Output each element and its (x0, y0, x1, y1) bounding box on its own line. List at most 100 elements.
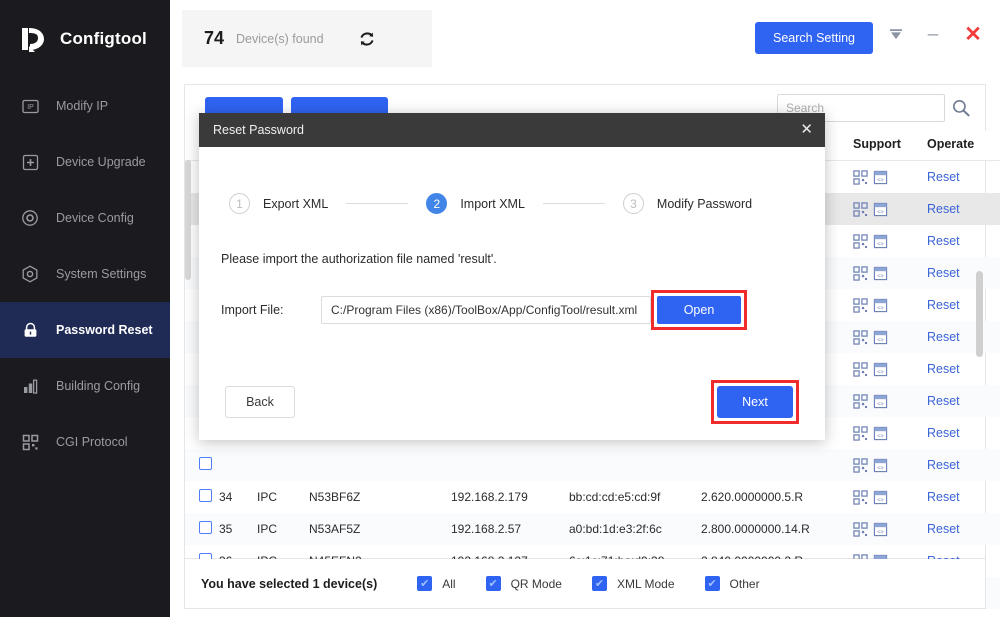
sidebar-item-device-config[interactable]: Device Config (0, 190, 170, 246)
filter-qr-mode[interactable]: ✔ QR Mode (485, 576, 562, 591)
back-button[interactable]: Back (225, 386, 295, 418)
row-operate[interactable]: Reset (927, 417, 1000, 449)
sidebar-item-label: Building Config (56, 379, 141, 393)
device-found-box: 74 Device(s) found (182, 10, 432, 67)
checkbox-checked-icon[interactable]: ✔ (591, 576, 607, 591)
row-support[interactable]: <> (853, 385, 927, 417)
svg-text:<>: <> (877, 305, 884, 311)
row-checkbox[interactable] (199, 489, 212, 502)
qr-mode-icon (853, 361, 868, 377)
row-checkbox[interactable] (199, 457, 212, 470)
row-support[interactable]: <> (853, 609, 927, 617)
row-select-cell[interactable] (185, 481, 219, 513)
reset-link: Reset (927, 330, 960, 344)
minimize-icon[interactable]: – (922, 24, 944, 46)
row-support[interactable]: <> (853, 225, 927, 257)
svg-text:<>: <> (877, 337, 884, 343)
reset-link: Reset (927, 522, 960, 536)
xml-mode-icon: <> (873, 234, 888, 248)
filter-xml-mode[interactable]: ✔ XML Mode (591, 576, 675, 591)
sidebar-item-label: System Settings (56, 267, 147, 281)
row-operate[interactable]: Reset (927, 513, 1000, 545)
row-support[interactable]: <> (853, 257, 927, 289)
row-operate[interactable]: Reset (927, 385, 1000, 417)
selected-count-text: You have selected 1 device(s) (201, 576, 378, 591)
reset-link: Reset (927, 490, 960, 504)
search-setting-button[interactable]: Search Setting (755, 22, 873, 54)
row-support[interactable]: <> (853, 321, 927, 353)
table-scrollbar[interactable] (976, 161, 983, 507)
search-icon[interactable] (951, 98, 971, 118)
refresh-icon[interactable] (356, 28, 378, 50)
row-operate[interactable]: Reset (927, 481, 1000, 513)
sidebar-item-label: Password Reset (56, 323, 153, 337)
row-operate[interactable]: Reset (927, 161, 1000, 194)
row-operate[interactable]: Reset (927, 225, 1000, 257)
checkbox-checked-icon[interactable]: ✔ (417, 576, 433, 591)
scrollbar-thumb[interactable] (976, 271, 983, 357)
table-row[interactable]: 38IPCN85EFN2192.168.2.124b4:4c:3b:36:4b:… (185, 609, 1000, 617)
row-operate[interactable]: Reset (927, 321, 1000, 353)
next-button[interactable]: Next (717, 386, 793, 418)
table-row[interactable]: <> Reset (185, 449, 1000, 481)
row-support[interactable]: <> (853, 289, 927, 321)
row-model: N53BF6Z (309, 490, 361, 504)
filter-other[interactable]: ✔ Other (704, 576, 760, 591)
row-support[interactable]: <> (853, 353, 927, 385)
sidebar-item-label: Modify IP (56, 99, 109, 113)
row-operate[interactable]: Reset (927, 353, 1000, 385)
qr-mode-icon (853, 329, 868, 345)
svg-text:<>: <> (877, 209, 884, 215)
filter-all[interactable]: ✔ All (417, 576, 456, 591)
sidebar-item-password-reset[interactable]: Password Reset (0, 302, 170, 358)
svg-text:<>: <> (877, 529, 884, 535)
row-model: N85EFN2 (309, 609, 451, 617)
sidebar-item-building-config[interactable]: Building Config (0, 358, 170, 414)
sidebar-item-cgi-protocol[interactable]: CGI Protocol (0, 414, 170, 470)
checkbox-checked-icon[interactable]: ✔ (485, 576, 501, 591)
row-support[interactable]: <> (853, 481, 927, 513)
dahua-logo-icon (18, 24, 48, 54)
open-button[interactable]: Open (657, 296, 741, 324)
row-support[interactable]: <> (853, 449, 927, 481)
row-support[interactable]: <> (853, 417, 927, 449)
row-ip: 192.168.2.179 (451, 490, 528, 504)
row-support[interactable]: <> (853, 161, 927, 194)
row-operate[interactable]: Reset (927, 257, 1000, 289)
row-checkbox[interactable] (199, 521, 212, 534)
row-mac (569, 449, 701, 481)
row-model: N53AF5Z (309, 513, 451, 545)
step-import-xml[interactable]: 2 Import XML (426, 193, 525, 214)
row-mac: b4:4c:3b:36:4b:a7 (569, 609, 701, 617)
reset-link: Reset (927, 298, 960, 312)
panel-left-scrollbar[interactable] (185, 160, 191, 280)
row-operate[interactable]: Reset (927, 193, 1000, 225)
row-select-cell[interactable] (185, 513, 219, 545)
close-icon[interactable]: ✕ (962, 24, 984, 46)
row-mac: a0:bd:1d:e3:2f:6c (569, 513, 701, 545)
modal-close-icon[interactable]: ✕ (800, 122, 813, 137)
filter-icon[interactable] (885, 24, 907, 46)
row-operate[interactable]: Reset (927, 449, 1000, 481)
xml-mode-icon: <> (873, 394, 888, 408)
row-support[interactable]: <> (853, 513, 927, 545)
step-modify-password[interactable]: 3 Modify Password (622, 193, 752, 214)
sidebar-item-device-upgrade[interactable]: Device Upgrade (0, 134, 170, 190)
sidebar-item-system-settings[interactable]: System Settings (0, 246, 170, 302)
qr-mode-icon (853, 457, 868, 473)
reset-link: Reset (927, 426, 960, 440)
row-select-cell[interactable] (185, 609, 219, 617)
row-operate[interactable]: Reset (927, 609, 1000, 617)
table-row[interactable]: 34 IPC N53BF6Z 192.168.2.179 bb:cd:cd:e5:cd:… (185, 481, 1000, 513)
import-file-input[interactable] (321, 296, 651, 324)
row-support[interactable]: <> (853, 193, 927, 225)
checkbox-checked-icon[interactable]: ✔ (704, 576, 720, 591)
brand: Configtool (0, 0, 170, 78)
sidebar-item-modify-ip[interactable]: IP Modify IP (0, 78, 170, 134)
reset-link: Reset (927, 170, 960, 184)
device-count: 74 (204, 28, 225, 48)
row-operate[interactable]: Reset (927, 289, 1000, 321)
row-select-cell[interactable] (185, 449, 219, 481)
table-row[interactable]: 35 IPC N53AF5Z 192.168.2.57 a0:bd:1d:e3:2f:6… (185, 513, 1000, 545)
step-export-xml[interactable]: 1 Export XML (229, 193, 328, 214)
